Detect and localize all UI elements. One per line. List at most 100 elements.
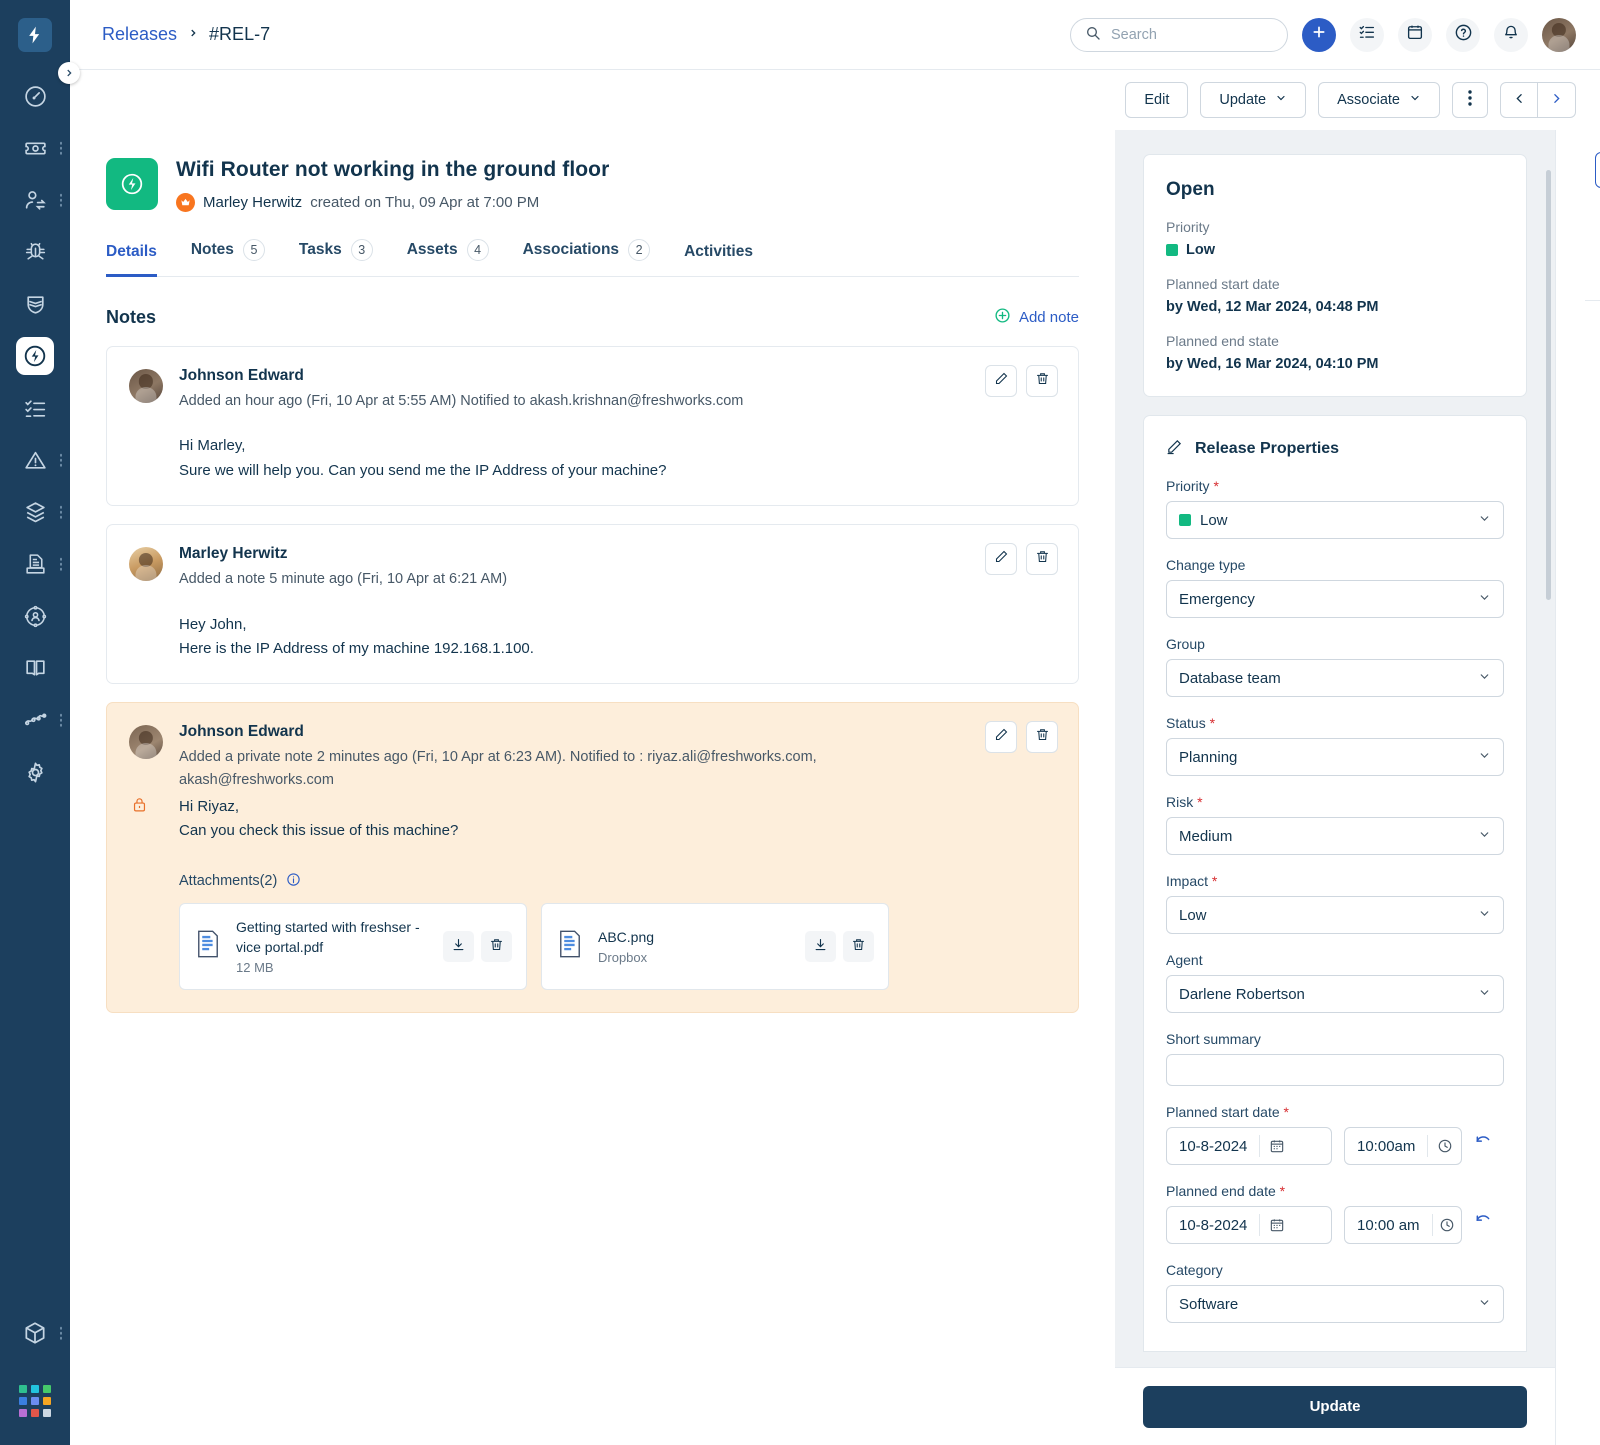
info-circle-icon[interactable] [286,872,301,891]
tab-label: Notes [190,241,234,258]
breadcrumb-parent[interactable]: Releases [102,24,177,45]
calendar-picker-icon[interactable] [1260,1138,1294,1154]
record-tabs: Details Notes 5 Tasks 3 Assets 4 Associa… [106,238,1079,277]
rail-item-details-info[interactable] [1595,152,1600,188]
help-button[interactable] [1446,17,1480,52]
planned-end-date-input[interactable]: 10-8-2024 [1166,1206,1332,1244]
tab-details[interactable]: Details [106,243,157,277]
change-type-select[interactable]: Emergency [1166,580,1504,618]
download-attachment-button[interactable] [805,931,836,963]
sidebar-item-problems[interactable] [0,226,70,278]
planned-end-time-input[interactable]: 10:00 am [1344,1206,1462,1244]
update-button[interactable]: Update [1143,1385,1527,1428]
sidebar-item-releases[interactable] [0,330,70,382]
sidebar-item-tasks[interactable] [0,382,70,434]
app-logo[interactable] [0,0,70,70]
sidebar-item-onboarding[interactable] [0,590,70,642]
notifications-button[interactable] [1494,17,1528,52]
sidebar-item-alerts[interactable] [0,434,70,486]
tab-assets[interactable]: Assets 4 [407,239,489,277]
avatar[interactable] [1542,17,1576,52]
note-body-line: Here is the IP Address of my machine 192… [179,639,534,657]
sidebar-item-changes[interactable] [0,278,70,330]
field-planned-start-date: Planned start date * 10-8-2024 10:00am [1166,1104,1504,1165]
attachment-item[interactable]: ABC.png Dropbox [541,902,889,991]
sidebar-item-dots[interactable] [59,141,62,155]
edit-note-button[interactable] [985,721,1017,754]
delete-note-button[interactable] [1026,721,1058,754]
note-header: Marley Herwitz Added a note 5 minute ago… [129,545,1056,590]
pencil-icon[interactable] [1166,438,1183,460]
planned-start-time-input[interactable]: 10:00am [1344,1127,1462,1165]
sidebar-item-dots[interactable] [59,1326,62,1340]
edit-button[interactable]: Edit [1125,82,1189,118]
properties-scrollbar[interactable] [1546,170,1551,600]
record-author[interactable]: Marley Herwitz [203,194,302,211]
clock-icon[interactable] [1432,1217,1461,1233]
breadcrumb-separator-icon [188,26,198,43]
update-dropdown-button[interactable]: Update [1200,82,1307,118]
date-value: 10-8-2024 [1179,1137,1248,1155]
edit-note-button[interactable] [985,365,1017,397]
more-actions-button[interactable] [1452,82,1488,118]
reset-planned-start-icon[interactable] [1474,1134,1493,1158]
reset-planned-end-icon[interactable] [1474,1213,1493,1237]
note-body: Hi Riyaz, Can you check this issue of th… [179,795,1056,844]
tab-associations[interactable]: Associations 2 [523,239,651,277]
status-select[interactable]: Planning [1166,738,1504,776]
edit-note-button[interactable] [985,543,1017,576]
rail-item-edit-note[interactable] [1595,198,1600,234]
add-note-button[interactable]: Add note [994,307,1079,328]
sidebar-item-dots[interactable] [59,713,62,727]
associate-dropdown-button[interactable]: Associate [1318,82,1440,118]
delete-note-button[interactable] [1026,543,1058,576]
agent-select[interactable]: Darlene Robertson [1166,975,1504,1013]
sidebar-item-tickets[interactable] [0,122,70,174]
sidebar-item-admin[interactable] [0,746,70,798]
field-label: Agent [1166,952,1203,968]
user-target-icon [16,597,54,635]
app-grid-icon[interactable] [19,1385,51,1417]
file-doc-icon [194,929,222,964]
sidebar-item-dots[interactable] [59,557,62,571]
calendar-picker-icon[interactable] [1260,1217,1294,1233]
search-input[interactable]: Search [1070,17,1288,52]
calendar-button[interactable] [1398,17,1432,52]
delete-attachment-button[interactable] [843,931,874,963]
rail-item-activity-time[interactable] [1595,244,1600,280]
sidebar-collapse-button[interactable] [58,62,80,84]
delete-attachment-button[interactable] [481,931,512,963]
short-summary-input[interactable] [1166,1054,1504,1086]
category-select[interactable]: Software [1166,1285,1504,1323]
tab-activities[interactable]: Activities [684,243,753,277]
risk-select[interactable]: Medium [1166,817,1504,855]
planned-start-date-input[interactable]: 10-8-2024 [1166,1127,1332,1165]
my-tasks-button[interactable] [1350,17,1384,52]
tab-tasks[interactable]: Tasks 3 [299,239,373,277]
create-new-button[interactable] [1302,17,1336,52]
required-marker: * [1209,715,1216,731]
sidebar-nav [0,70,70,798]
tab-label: Assets [406,241,458,258]
tab-notes[interactable]: Notes 5 [191,239,265,277]
impact-select[interactable]: Low [1166,896,1504,934]
sidebar-item-dots[interactable] [59,193,62,207]
sidebar-item-dots[interactable] [59,505,62,519]
sidebar-item-marketplace[interactable] [0,1307,70,1359]
sidebar-item-dots[interactable] [59,453,62,467]
delete-note-button[interactable] [1026,365,1058,397]
previous-record-button[interactable] [1500,82,1538,118]
sidebar-item-contracts[interactable] [0,538,70,590]
priority-select[interactable]: Low [1166,501,1504,539]
rail-item-jira-integration[interactable] [1595,321,1600,357]
sidebar-item-assets[interactable] [0,486,70,538]
group-select[interactable]: Database team [1166,659,1504,697]
sidebar-item-solutions[interactable] [0,642,70,694]
clock-icon[interactable] [1428,1138,1461,1154]
next-record-button[interactable] [1538,82,1576,118]
note-actions [985,365,1058,397]
attachment-item[interactable]: Getting started with freshser -vice port… [179,902,527,991]
sidebar-item-analytics[interactable] [0,694,70,746]
download-attachment-button[interactable] [443,931,474,963]
sidebar-item-service-requests[interactable] [0,174,70,226]
